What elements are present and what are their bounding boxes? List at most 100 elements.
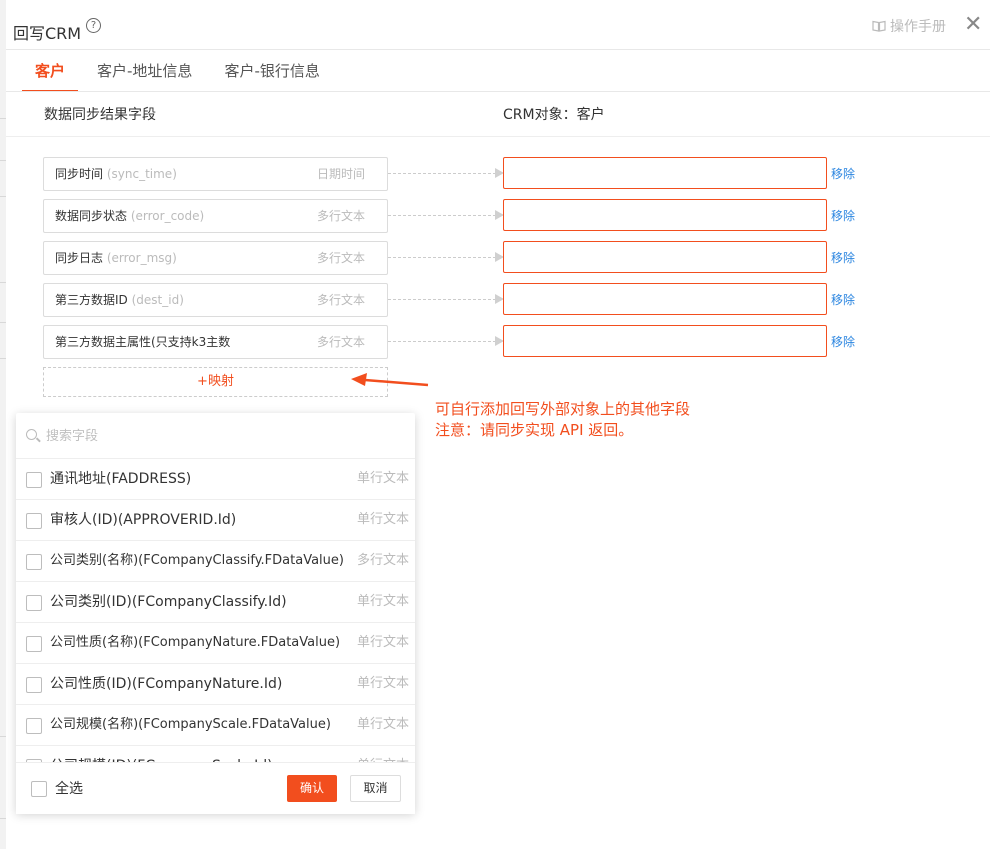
- remove-link[interactable]: 移除: [831, 165, 855, 182]
- source-field-type: 多行文本: [316, 335, 365, 349]
- field-type: 单行文本: [356, 676, 409, 691]
- list-item[interactable]: 公司规模(名称)(FCompanyScale.FDataValue) 单行文本: [16, 705, 415, 746]
- annotation-note: 可自行添加回写外部对象上的其他字段 注意：请同步实现 API 返回。: [435, 399, 690, 441]
- mapping-connector: [388, 299, 496, 300]
- cancel-button[interactable]: 取消: [350, 775, 401, 802]
- list-item[interactable]: 公司性质(名称)(FCompanyNature.FDataValue) 单行文本: [16, 623, 415, 664]
- list-item[interactable]: 公司类别(名称)(FCompanyClassify.FDataValue) 多行…: [16, 541, 415, 582]
- manual-label: 操作手册: [890, 19, 946, 35]
- target-column-header: CRM对象：客户: [503, 107, 605, 123]
- annotation-line-1: 可自行添加回写外部对象上的其他字段: [435, 400, 691, 418]
- list-item[interactable]: 公司规模(ID)(FCompanyScale.Id) 单行文本: [16, 746, 415, 762]
- writeback-crm-dialog: 回写CRM ? 操作手册 ✕ 客户 客户-地址信息 客户-银行信息 数据同步结果…: [6, 0, 990, 849]
- source-field-name: 同步日志: [55, 251, 104, 265]
- select-all-label[interactable]: 全选: [55, 778, 83, 798]
- question-circle-icon[interactable]: ?: [86, 18, 101, 33]
- source-field-api: (sync_time): [106, 167, 177, 181]
- field-label: 通讯地址(FADDRESS): [50, 471, 192, 487]
- field-type: 多行文本: [356, 553, 409, 568]
- book-icon: [872, 20, 886, 32]
- checkbox[interactable]: [26, 472, 42, 488]
- target-field-select[interactable]: [503, 157, 827, 189]
- field-label: 公司规模(ID)(FCompanyScale.Id): [50, 746, 273, 762]
- source-field-type: 日期时间: [316, 167, 365, 181]
- field-type: 单行文本: [356, 512, 409, 527]
- mapping-connector: [388, 341, 496, 342]
- field-label: 公司规模(名称)(FCompanyScale.FDataValue): [50, 717, 331, 732]
- source-field-name: 第三方数据ID: [55, 293, 128, 307]
- mapping-row: 同步时间 (sync_time) 日期时间 移除: [43, 157, 990, 191]
- checkbox[interactable]: [26, 513, 42, 529]
- tab-customer-bank[interactable]: 客户-银行信息: [211, 50, 332, 90]
- field-type: 单行文本: [356, 594, 409, 609]
- source-field: 同步时间 (sync_time) 日期时间: [43, 157, 388, 191]
- target-field-select[interactable]: [503, 199, 827, 231]
- source-field: 数据同步状态 (error_code) 多行文本: [43, 199, 388, 233]
- source-field-name: 数据同步状态: [55, 209, 128, 223]
- source-field-name: 同步时间: [55, 167, 104, 181]
- source-field-type: 多行文本: [316, 251, 365, 265]
- close-icon[interactable]: ✕: [964, 14, 982, 36]
- field-label: 公司类别(名称)(FCompanyClassify.FDataValue): [50, 553, 344, 568]
- source-field: 同步日志 (error_msg) 多行文本: [43, 241, 388, 275]
- manual-link[interactable]: 操作手册: [872, 16, 946, 36]
- section-divider: [6, 136, 990, 137]
- search-input[interactable]: [44, 425, 348, 447]
- checkbox[interactable]: [26, 554, 42, 570]
- checkbox[interactable]: [26, 718, 42, 734]
- field-label: 公司类别(ID)(FCompanyClassify.Id): [50, 594, 287, 610]
- remove-link[interactable]: 移除: [831, 333, 855, 350]
- tab-customer[interactable]: 客户: [22, 50, 79, 92]
- dialog-title: 回写CRM: [13, 24, 82, 43]
- mapping-row: 第三方数据主属性(只支持k3主数 多行文本 移除: [43, 325, 990, 359]
- field-list: 通讯地址(FADDRESS) 单行文本 审核人(ID)(APPROVERID.I…: [16, 459, 415, 762]
- dropdown-footer: 全选 确认 取消: [16, 762, 415, 814]
- source-field-type: 多行文本: [316, 209, 365, 223]
- target-field-select[interactable]: [503, 325, 827, 357]
- field-label: 公司性质(ID)(FCompanyNature.Id): [50, 676, 283, 692]
- remove-link[interactable]: 移除: [831, 291, 855, 308]
- list-item[interactable]: 公司类别(ID)(FCompanyClassify.Id) 单行文本: [16, 582, 415, 623]
- source-field-type: 多行文本: [316, 293, 365, 307]
- search-icon: [26, 429, 37, 440]
- list-item[interactable]: 公司性质(ID)(FCompanyNature.Id) 单行文本: [16, 664, 415, 705]
- mapping-connector: [388, 215, 496, 216]
- mapping-row: 同步日志 (error_msg) 多行文本 移除: [43, 241, 990, 275]
- field-picker-dropdown: 通讯地址(FADDRESS) 单行文本 审核人(ID)(APPROVERID.I…: [16, 413, 415, 814]
- tab-customer-address[interactable]: 客户-地址信息: [84, 50, 205, 90]
- target-field-select[interactable]: [503, 283, 827, 315]
- field-type: 单行文本: [356, 471, 409, 486]
- mapping-connector: [388, 173, 496, 174]
- annotation-line-2: 注意：请同步实现 API 返回。: [435, 421, 634, 439]
- source-field: 第三方数据ID (dest_id) 多行文本: [43, 283, 388, 317]
- source-column-header: 数据同步结果字段: [44, 107, 156, 123]
- field-label: 审核人(ID)(APPROVERID.Id): [50, 512, 237, 528]
- tabs-divider: [6, 91, 990, 92]
- source-field-name: 第三方数据主属性(只支持k3主数: [55, 335, 231, 349]
- confirm-button[interactable]: 确认: [287, 775, 337, 802]
- mapping-row: 数据同步状态 (error_code) 多行文本 移除: [43, 199, 990, 233]
- mapping-row: 第三方数据ID (dest_id) 多行文本 移除: [43, 283, 990, 317]
- source-field-api: (error_code): [130, 209, 205, 223]
- target-field-select[interactable]: [503, 241, 827, 273]
- mapping-connector: [388, 257, 496, 258]
- field-type: 单行文本: [357, 746, 409, 762]
- source-field-api: (dest_id): [131, 293, 184, 307]
- list-item[interactable]: 通讯地址(FADDRESS) 单行文本: [16, 459, 415, 500]
- field-label: 公司性质(名称)(FCompanyNature.FDataValue): [50, 635, 341, 650]
- source-field: 第三方数据主属性(只支持k3主数 多行文本: [43, 325, 388, 359]
- source-field-api: (error_msg): [106, 251, 177, 265]
- add-mapping-button[interactable]: +映射: [43, 367, 388, 397]
- checkbox[interactable]: [26, 677, 42, 693]
- checkbox[interactable]: [26, 636, 42, 652]
- remove-link[interactable]: 移除: [831, 207, 855, 224]
- field-type: 单行文本: [356, 717, 409, 732]
- field-search: [16, 413, 415, 459]
- list-item[interactable]: 审核人(ID)(APPROVERID.Id) 单行文本: [16, 500, 415, 541]
- annotation-arrow-icon: [351, 373, 429, 387]
- checkbox[interactable]: [26, 595, 42, 611]
- select-all-checkbox[interactable]: [31, 781, 47, 797]
- remove-link[interactable]: 移除: [831, 249, 855, 266]
- field-type: 单行文本: [356, 635, 409, 650]
- tab-bar: 客户 客户-地址信息 客户-银行信息: [22, 50, 339, 92]
